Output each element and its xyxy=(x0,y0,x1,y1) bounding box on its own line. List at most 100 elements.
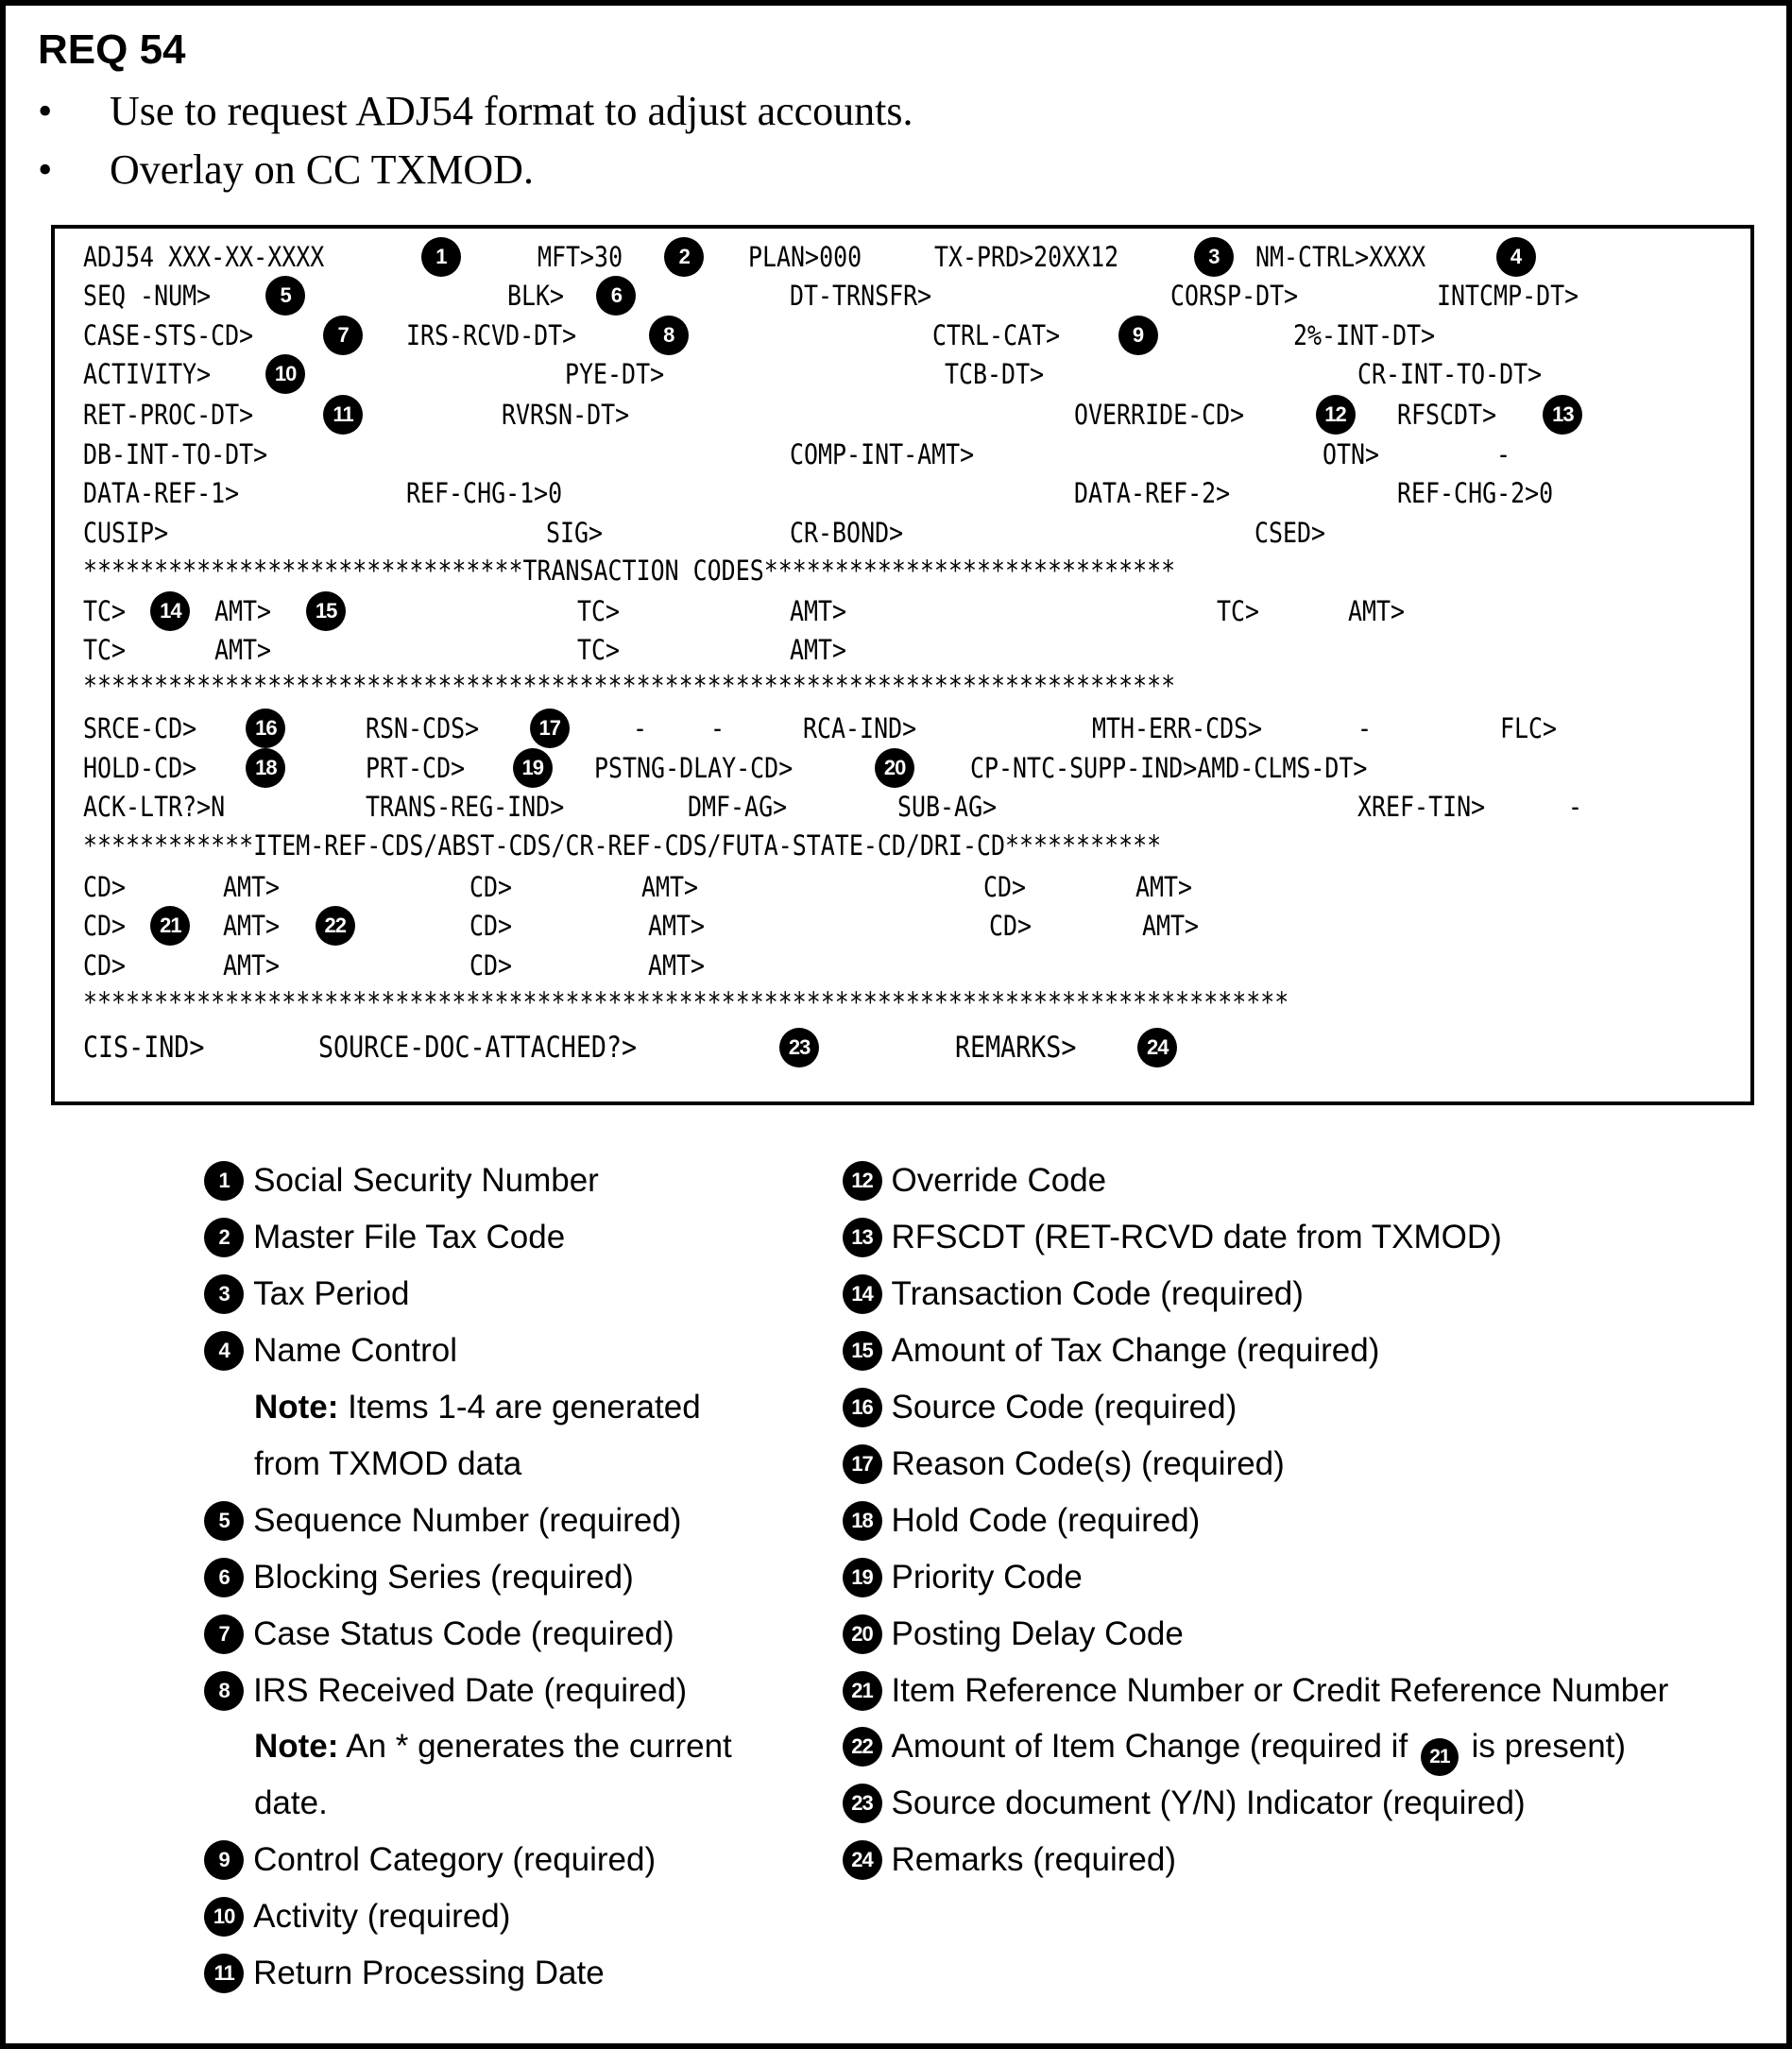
legend-item-label: Sequence Number (required) xyxy=(253,1500,681,1542)
callout-badge-21: 21 xyxy=(1420,1738,1459,1777)
callout-badge-10: 10 xyxy=(265,354,306,395)
legend-item-label: Tax Period xyxy=(253,1273,409,1315)
legend-label-text: IRS Received Date (required) xyxy=(253,1671,688,1709)
screen-field-label: CSED> xyxy=(1254,516,1325,549)
screen-field-label: INTCMP-DT> xyxy=(1437,280,1579,313)
callout-badge-7: 7 xyxy=(323,315,364,355)
callout-badge-5: 5 xyxy=(265,276,306,316)
legend-item-label: Social Security Number xyxy=(253,1160,599,1202)
screen-field-label: - xyxy=(1567,791,1582,824)
callout-badge-19: 19 xyxy=(512,747,553,788)
legend-label-text: Remarks (required) xyxy=(891,1841,1176,1879)
screen-field-label: XREF-TIN> xyxy=(1357,791,1486,824)
callout-badge-11: 11 xyxy=(204,1954,245,1994)
legend-item-label: Master File Tax Code xyxy=(253,1217,565,1258)
legend-label-text: Activity (required) xyxy=(253,1898,511,1936)
callout-badge-23: 23 xyxy=(779,1028,820,1068)
callout-badge-7: 7 xyxy=(204,1614,245,1654)
screen-field-label: MFT>30 xyxy=(538,240,623,273)
screen-field-label: PYE-DT> xyxy=(565,358,665,391)
screen-field-label: AMT> xyxy=(640,870,698,903)
screen-field-label: SOURCE-DOC-ATTACHED?> xyxy=(317,1031,637,1066)
callout-badge-14: 14 xyxy=(150,590,191,631)
screen-field-label: PSTNG-DLAY-CD> xyxy=(593,751,794,784)
callout-badge-1: 1 xyxy=(420,236,461,277)
callout-badge-20: 20 xyxy=(842,1614,882,1654)
screen-field-label: DT-TRNSFR> xyxy=(790,280,932,313)
callout-badge-12: 12 xyxy=(842,1161,882,1202)
callout-badge-12: 12 xyxy=(1315,395,1356,435)
legend-item-label: IRS Received Date (required) xyxy=(253,1670,687,1712)
screen-field-label: SEQ -NUM> xyxy=(82,280,211,313)
screen-field-label: CD> xyxy=(469,870,513,903)
legend-label-text: Hold Code (required) xyxy=(891,1501,1201,1539)
screen-field-label: AMT> xyxy=(1348,594,1406,627)
legend-item-label: Source Code (required) xyxy=(892,1387,1237,1428)
screen-field-label: REF-CHG-1>0 xyxy=(405,477,562,510)
screen-field-label: CP-NTC-SUPP-IND>AMD-CLMS-DT> xyxy=(970,751,1368,784)
screen-field-label: TC> xyxy=(576,634,620,667)
screen-field-label: TCB-DT> xyxy=(944,358,1044,391)
callout-badge-18: 18 xyxy=(246,747,286,788)
bullet-text: Use to request ADJ54 format to adjust ac… xyxy=(110,88,913,134)
legend-item-label: Control Category (required) xyxy=(253,1839,656,1881)
callout-badge-4: 4 xyxy=(1495,236,1536,277)
legend-label-text: Control Category (required) xyxy=(253,1841,657,1879)
callout-badge-17: 17 xyxy=(529,709,570,749)
legend-label-text: Master File Tax Code xyxy=(253,1219,566,1256)
screen-field-label: CD> xyxy=(469,948,513,982)
callout-badge-9: 9 xyxy=(1118,315,1158,355)
screen-field-label: - xyxy=(1495,437,1510,470)
callout-badge-21: 21 xyxy=(842,1670,882,1711)
callout-badge-2: 2 xyxy=(204,1218,245,1258)
screen-field-label: - xyxy=(633,712,648,745)
legend-label-text: Tax Period xyxy=(253,1275,410,1313)
legend-item-label: Item Reference Number or Credit Referenc… xyxy=(892,1670,1669,1712)
legend-label-text: Social Security Number xyxy=(253,1162,599,1200)
callout-badge-9: 9 xyxy=(204,1840,245,1881)
screen-field-label: RSN-CDS> xyxy=(365,712,479,745)
screen-field-label: AMT> xyxy=(222,910,280,943)
callout-badge-20: 20 xyxy=(875,747,915,788)
screen-field-label: - xyxy=(1357,712,1373,745)
callout-badge-17: 17 xyxy=(842,1443,882,1484)
legend-label-text: Override Code xyxy=(891,1162,1107,1200)
legend-label-text: Source document (Y/N) Indicator (require… xyxy=(891,1784,1526,1822)
callout-badge-21: 21 xyxy=(150,906,191,947)
note-text: Items 1-4 are generated xyxy=(338,1388,701,1426)
legend-item-label: Activity (required) xyxy=(253,1896,510,1938)
legend-item-label: Return Processing Date xyxy=(253,1953,605,1994)
callout-badge-13: 13 xyxy=(842,1218,882,1258)
bullet-item: • Use to request ADJ54 format to adjust a… xyxy=(38,87,913,135)
callout-badge-6: 6 xyxy=(204,1557,245,1597)
legend-note-continuation: from TXMOD data xyxy=(253,1444,522,1482)
screen-field-label: AMT> xyxy=(214,594,272,627)
callout-badge-22: 22 xyxy=(842,1727,882,1767)
callout-badge-15: 15 xyxy=(306,590,347,631)
screen-field-label: HOLD-CD> xyxy=(82,751,196,784)
screen-field-label: CORSP-DT> xyxy=(1170,280,1299,313)
screen-field-label: TC> xyxy=(82,634,126,667)
legend-item-label: Blocking Series (required) xyxy=(253,1557,634,1598)
screen-field-label: DB-INT-TO-DT> xyxy=(82,437,267,470)
callout-badge-11: 11 xyxy=(323,395,364,435)
callout-badge-22: 22 xyxy=(315,906,355,947)
callout-badge-19: 19 xyxy=(842,1557,882,1597)
callout-badge-16: 16 xyxy=(246,709,286,749)
screen-field-label: AMT> xyxy=(790,594,847,627)
note-label: Note: xyxy=(253,1388,339,1426)
screen-field-label: IRS-RCVD-DT> xyxy=(405,318,576,351)
legend-label-text: Return Processing Date xyxy=(253,1955,605,1992)
callout-badge-6: 6 xyxy=(596,276,637,316)
screen-field-label: REMARKS> xyxy=(954,1031,1077,1066)
adj54-screen: ADJ54 XXX-XX-XXXX 1 MFT>30 2 PLAN>000 TX-PRD>… xyxy=(51,225,1754,1105)
legend-label-text: Posting Delay Code xyxy=(891,1614,1184,1652)
screen-field-label: AMT> xyxy=(222,870,280,903)
legend-label-text: Item Reference Number or Credit Referenc… xyxy=(891,1671,1669,1709)
screen-field-label: ADJ54 XXX-XX-XXXX xyxy=(82,240,324,273)
callout-badge-24: 24 xyxy=(842,1840,882,1881)
screen-field-label: CD> xyxy=(988,910,1032,943)
callout-badge-10: 10 xyxy=(204,1897,245,1938)
screen-field-label: CD> xyxy=(983,870,1027,903)
screen-field-label: TC> xyxy=(1216,594,1259,627)
